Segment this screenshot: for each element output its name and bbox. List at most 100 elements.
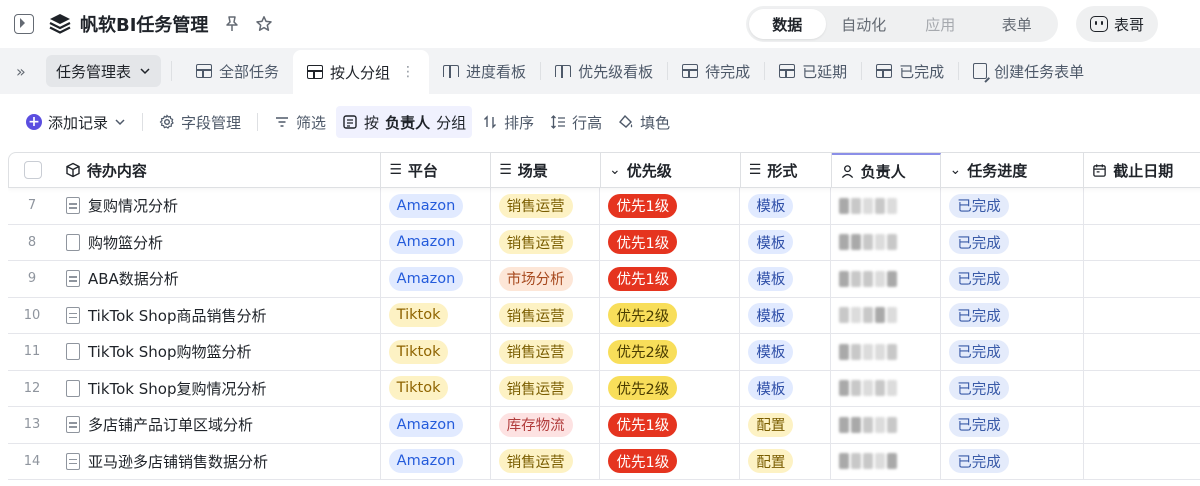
priority-cell[interactable]: 优先1级 bbox=[600, 224, 741, 260]
task-cell[interactable]: 购物篮分析 bbox=[56, 224, 381, 260]
due-date-cell[interactable] bbox=[1084, 444, 1200, 480]
tab-completed[interactable]: 已完成 bbox=[862, 48, 958, 94]
task-cell[interactable]: ABA数据分析 bbox=[56, 261, 381, 297]
scene-cell[interactable]: 市场分析 bbox=[491, 261, 601, 297]
column-header-form[interactable]: ☰ 形式 bbox=[741, 153, 832, 187]
column-header-owner[interactable]: 负责人 bbox=[831, 153, 942, 187]
table-row[interactable]: 11 TikTok Shop购物篮分析 Tiktok 销售运营 优先2级 模板 已完成 bbox=[8, 334, 1200, 371]
user-button[interactable]: 表哥 bbox=[1076, 6, 1158, 42]
scene-cell[interactable]: 销售运营 bbox=[491, 443, 601, 479]
priority-cell[interactable]: 优先2级 bbox=[600, 334, 741, 370]
tab-progress-kanban[interactable]: 进度看板 bbox=[429, 48, 540, 94]
fill-color-button[interactable]: 填色 bbox=[612, 106, 676, 138]
scene-cell[interactable]: 销售运营 bbox=[491, 224, 601, 260]
column-header-due-date[interactable]: 截止日期 bbox=[1084, 153, 1200, 187]
priority-cell[interactable]: 优先1级 bbox=[600, 443, 741, 479]
row-height-button[interactable]: 行高 bbox=[544, 106, 608, 138]
form-cell[interactable]: 模板 bbox=[740, 188, 832, 224]
due-date-cell[interactable] bbox=[1084, 188, 1200, 224]
filter-button[interactable]: 筛选 bbox=[268, 106, 332, 138]
platform-cell[interactable]: Tiktok bbox=[381, 297, 491, 333]
priority-cell[interactable]: 优先2级 bbox=[600, 297, 741, 333]
task-cell[interactable]: 多店铺产品订单区域分析 bbox=[56, 407, 381, 443]
progress-cell[interactable]: 已完成 bbox=[941, 443, 1085, 479]
task-cell[interactable]: TikTok Shop购物篮分析 bbox=[56, 334, 381, 370]
tab-delayed[interactable]: 已延期 bbox=[765, 48, 861, 94]
mode-automation[interactable]: 自动化 bbox=[826, 9, 903, 39]
star-icon[interactable] bbox=[254, 14, 274, 34]
scene-cell[interactable]: 销售运营 bbox=[491, 370, 601, 406]
progress-cell[interactable]: 已完成 bbox=[941, 334, 1085, 370]
table-row[interactable]: 9 ABA数据分析 Amazon 市场分析 优先1级 模板 已完成 bbox=[8, 261, 1200, 298]
tab-all-tasks[interactable]: 全部任务 bbox=[182, 48, 293, 94]
mode-data[interactable]: 数据 bbox=[749, 9, 826, 39]
platform-cell[interactable]: Amazon bbox=[381, 188, 491, 224]
due-date-cell[interactable] bbox=[1084, 298, 1200, 334]
platform-cell[interactable]: Tiktok bbox=[381, 370, 491, 406]
field-manage-button[interactable]: 字段管理 bbox=[153, 106, 247, 138]
platform-cell[interactable]: Amazon bbox=[381, 261, 491, 297]
scene-cell[interactable]: 销售运营 bbox=[491, 297, 601, 333]
group-by-button[interactable]: 按 负责人 分组 bbox=[336, 106, 473, 138]
more-icon[interactable]: ⋮ bbox=[401, 64, 415, 80]
expand-icon[interactable]: ›› bbox=[16, 62, 44, 81]
priority-cell[interactable]: 优先1级 bbox=[600, 407, 741, 443]
owner-cell[interactable] bbox=[831, 334, 942, 370]
task-cell[interactable]: TikTok Shop复购情况分析 bbox=[56, 370, 381, 406]
platform-cell[interactable]: Tiktok bbox=[381, 334, 491, 370]
tab-group-by-person[interactable]: 按人分组 ⋮ bbox=[293, 50, 430, 94]
owner-cell[interactable] bbox=[831, 370, 942, 406]
form-cell[interactable]: 模板 bbox=[740, 297, 832, 333]
owner-cell[interactable] bbox=[831, 188, 942, 224]
due-date-cell[interactable] bbox=[1084, 334, 1200, 370]
platform-cell[interactable]: Amazon bbox=[381, 443, 491, 479]
task-cell[interactable]: 亚马逊多店铺销售数据分析 bbox=[56, 443, 381, 479]
table-row[interactable]: 7 复购情况分析 Amazon 销售运营 优先1级 模板 已完成 bbox=[8, 188, 1200, 225]
mode-apps[interactable]: 应用 bbox=[902, 9, 979, 39]
table-row[interactable]: 8 购物篮分析 Amazon 销售运营 优先1级 模板 已完成 bbox=[8, 224, 1200, 261]
task-cell[interactable]: TikTok Shop商品销售分析 bbox=[56, 297, 381, 333]
tab-create-form[interactable]: 创建任务表单 bbox=[959, 48, 1098, 94]
due-date-cell[interactable] bbox=[1084, 371, 1200, 407]
table-selector[interactable]: 任务管理表 bbox=[46, 55, 162, 87]
table-row[interactable]: 10 TikTok Shop商品销售分析 Tiktok 销售运营 优先2级 模板 已完成 bbox=[8, 297, 1200, 334]
scene-cell[interactable]: 销售运营 bbox=[491, 334, 601, 370]
owner-cell[interactable] bbox=[831, 407, 942, 443]
progress-cell[interactable]: 已完成 bbox=[941, 297, 1085, 333]
tab-priority-kanban[interactable]: 优先级看板 bbox=[541, 48, 667, 94]
table-row[interactable]: 13 多店铺产品订单区域分析 Amazon 库存物流 优先1级 配置 已完成 bbox=[8, 407, 1200, 444]
tab-pending[interactable]: 待完成 bbox=[668, 48, 764, 94]
pin-icon[interactable] bbox=[222, 14, 242, 34]
column-header-progress[interactable]: ⌄ 任务进度 bbox=[941, 153, 1085, 187]
progress-cell[interactable]: 已完成 bbox=[941, 370, 1085, 406]
column-header-priority[interactable]: ⌄ 优先级 bbox=[601, 153, 741, 187]
form-cell[interactable]: 模板 bbox=[740, 370, 832, 406]
due-date-cell[interactable] bbox=[1084, 407, 1200, 443]
mode-form[interactable]: 表单 bbox=[979, 9, 1056, 39]
column-header-platform[interactable]: ☰ 平台 bbox=[381, 153, 492, 187]
scene-cell[interactable]: 销售运营 bbox=[491, 188, 601, 224]
sort-button[interactable]: 排序 bbox=[476, 106, 540, 138]
progress-cell[interactable]: 已完成 bbox=[941, 407, 1085, 443]
progress-cell[interactable]: 已完成 bbox=[941, 224, 1085, 260]
due-date-cell[interactable] bbox=[1084, 225, 1200, 261]
priority-cell[interactable]: 优先2级 bbox=[600, 370, 741, 406]
owner-cell[interactable] bbox=[831, 224, 942, 260]
table-row[interactable]: 14 亚马逊多店铺销售数据分析 Amazon 销售运营 优先1级 配置 已完成 bbox=[8, 443, 1200, 480]
task-cell[interactable]: 复购情况分析 bbox=[56, 188, 381, 224]
platform-cell[interactable]: Amazon bbox=[381, 407, 491, 443]
column-header-scene[interactable]: ☰ 场景 bbox=[491, 153, 602, 187]
form-cell[interactable]: 配置 bbox=[740, 443, 832, 479]
form-cell[interactable]: 模板 bbox=[740, 224, 832, 260]
form-cell[interactable]: 模板 bbox=[740, 261, 832, 297]
add-record-button[interactable]: + 添加记录 bbox=[20, 106, 132, 138]
column-header-task[interactable]: 待办内容 bbox=[57, 153, 382, 187]
owner-cell[interactable] bbox=[831, 297, 942, 333]
owner-cell[interactable] bbox=[831, 261, 942, 297]
sidebar-toggle-icon[interactable] bbox=[14, 14, 34, 34]
form-cell[interactable]: 模板 bbox=[740, 334, 832, 370]
priority-cell[interactable]: 优先1级 bbox=[600, 261, 741, 297]
form-cell[interactable]: 配置 bbox=[740, 407, 832, 443]
progress-cell[interactable]: 已完成 bbox=[941, 188, 1085, 224]
scene-cell[interactable]: 库存物流 bbox=[491, 407, 601, 443]
